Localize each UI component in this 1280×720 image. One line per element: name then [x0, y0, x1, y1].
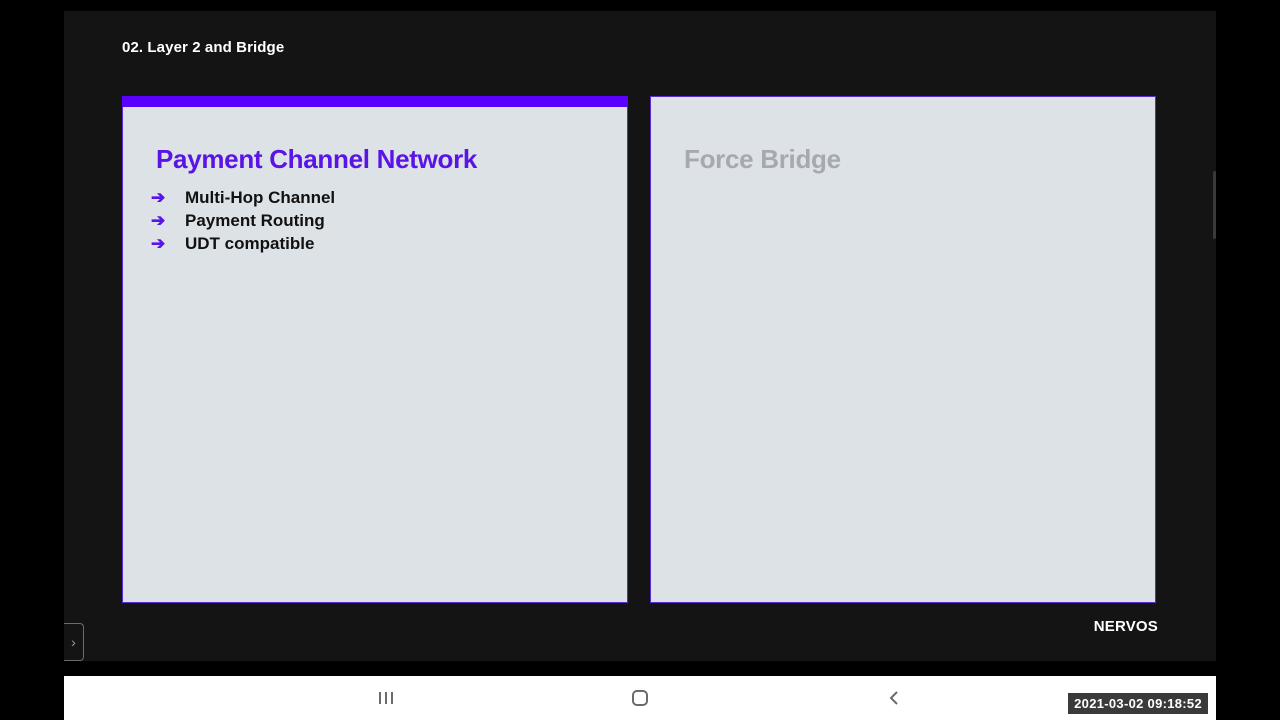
- bullet-text: UDT compatible: [185, 233, 315, 253]
- recent-apps-icon: [379, 692, 393, 704]
- list-item: ➔ UDT compatible: [151, 232, 335, 255]
- screen: 02. Layer 2 and Bridge Payment Channel N…: [0, 0, 1280, 720]
- bullet-text: Multi-Hop Channel: [185, 187, 336, 207]
- card-payment-channel-network: Payment Channel Network ➔ Multi-Hop Chan…: [122, 96, 628, 603]
- card-force-bridge: Force Bridge: [650, 96, 1156, 603]
- back-icon: [889, 691, 898, 705]
- back-button[interactable]: [864, 676, 924, 720]
- timestamp-overlay: 2021-03-02 09:18:52: [1068, 693, 1208, 714]
- home-icon: [632, 690, 648, 706]
- list-item: ➔ Multi-Hop Channel: [151, 186, 335, 209]
- chevron-right-icon[interactable]: ›: [64, 623, 84, 661]
- home-button[interactable]: [610, 676, 670, 720]
- arrow-right-icon: ➔: [151, 211, 166, 230]
- scroll-indicator[interactable]: [1213, 171, 1216, 239]
- section-title: 02. Layer 2 and Bridge: [122, 39, 285, 56]
- arrow-right-icon: ➔: [151, 188, 166, 207]
- android-navigation-bar: 2021-03-02 09:18:52: [64, 676, 1216, 720]
- card-title: Force Bridge: [684, 144, 841, 174]
- bullet-list: ➔ Multi-Hop Channel ➔ Payment Routing ➔ …: [151, 186, 335, 255]
- list-item: ➔ Payment Routing: [151, 209, 335, 232]
- card-title: Payment Channel Network: [156, 144, 478, 174]
- bullet-text: Payment Routing: [185, 210, 325, 230]
- card-accent-bar: [122, 96, 628, 107]
- presentation-slide: 02. Layer 2 and Bridge Payment Channel N…: [64, 11, 1216, 661]
- arrow-right-icon: ➔: [151, 234, 166, 253]
- nervos-logo: NERVOS: [1093, 618, 1158, 635]
- recent-apps-button[interactable]: [356, 676, 416, 720]
